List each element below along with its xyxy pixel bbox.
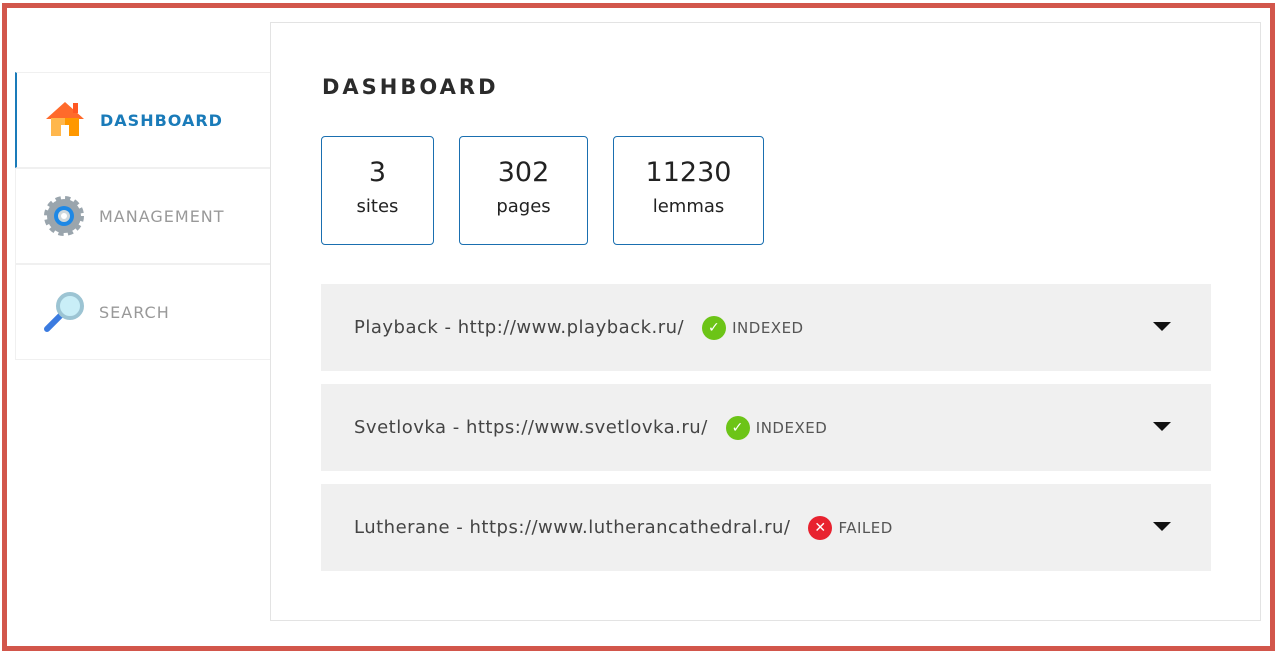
stat-sites: 3 sites [321, 136, 434, 245]
sidebar-item-dashboard[interactable]: DASHBOARD [15, 72, 271, 168]
stat-pages: 302 pages [459, 136, 588, 245]
stat-value: 3 [368, 157, 387, 188]
sidebar-item-label: DASHBOARD [100, 110, 223, 130]
main-panel: DASHBOARD 3 sites 302 pages 11230 lemmas Pl… [270, 22, 1261, 621]
magnifier-icon [44, 292, 84, 332]
stat-value: 302 [497, 157, 550, 188]
stat-lemmas: 11230 lemmas [613, 136, 764, 245]
site-row[interactable]: Lutherane - https://www.lutherancathedra… [321, 484, 1211, 571]
status-badge: ✕ FAILED [808, 515, 893, 540]
status-text: INDEXED [755, 418, 828, 437]
site-name: Playback - http://www.playback.ru/ [354, 317, 685, 338]
check-icon: ✓ [725, 415, 750, 440]
chevron-down-icon[interactable] [1153, 422, 1171, 431]
status-text: INDEXED [732, 318, 804, 337]
sidebar: DASHBOARD MANAGEMENT SEARCH [15, 72, 271, 360]
home-icon [46, 102, 84, 136]
gear-icon [44, 196, 84, 236]
stat-value: 11230 [645, 157, 732, 188]
status-badge: ✓ INDEXED [725, 415, 828, 440]
sidebar-item-management[interactable]: MANAGEMENT [15, 168, 271, 264]
stat-label: sites [356, 196, 399, 217]
chevron-down-icon[interactable] [1153, 522, 1171, 531]
error-icon: ✕ [808, 515, 833, 540]
sidebar-item-search[interactable]: SEARCH [15, 264, 271, 360]
status-text: FAILED [838, 518, 893, 537]
check-icon: ✓ [702, 315, 727, 340]
site-row[interactable]: Svetlovka - https://www.svetlovka.ru/ ✓ I… [321, 384, 1211, 471]
site-row[interactable]: Playback - http://www.playback.ru/ ✓ INDE… [321, 284, 1211, 371]
site-name: Svetlovka - https://www.svetlovka.ru/ [354, 417, 708, 438]
stat-label: lemmas [652, 196, 725, 217]
site-name: Lutherane - https://www.lutherancathedra… [354, 517, 791, 538]
sidebar-item-label: MANAGEMENT [99, 206, 225, 226]
status-badge: ✓ INDEXED [702, 315, 804, 340]
stat-label: pages [496, 196, 551, 217]
sidebar-item-label: SEARCH [99, 302, 170, 322]
chevron-down-icon[interactable] [1153, 322, 1171, 331]
page-title: DASHBOARD [322, 75, 499, 99]
